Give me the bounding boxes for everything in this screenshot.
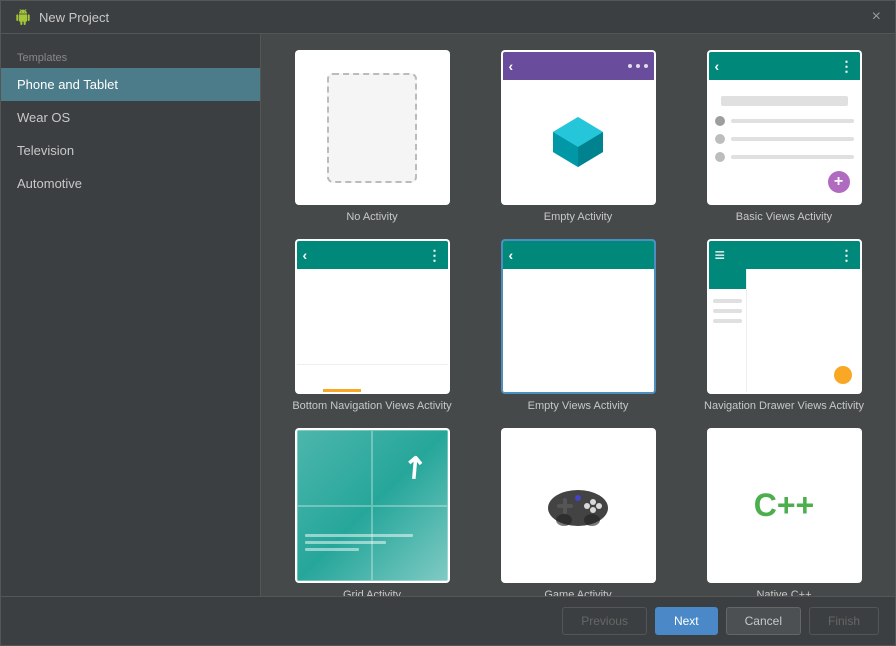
footer: Previous Next Cancel Finish <box>1 596 895 645</box>
main-content: Templates Phone and Tablet Wear OS Telev… <box>1 34 895 596</box>
sidebar-section-label: Templates <box>1 42 260 68</box>
back-icon-basic: ‹ <box>715 58 720 74</box>
back-icon-empty: ‹ <box>509 58 514 74</box>
grid-lines <box>297 430 448 581</box>
cpp-text: C++ <box>754 487 814 524</box>
list-items-mock <box>709 80 860 170</box>
previous-button[interactable]: Previous <box>562 607 647 635</box>
grid-cell-1 <box>297 430 373 506</box>
title-bar: New Project × <box>1 1 895 34</box>
game-controller-icon <box>543 478 613 533</box>
phone-body-empty <box>503 80 654 203</box>
template-label-grid: Grid Activity <box>343 589 401 596</box>
templates-grid: No Activity ‹ <box>277 50 879 596</box>
templates-content: No Activity ‹ <box>261 34 895 596</box>
phone-toolbar-basic: ‹ ⋮ <box>709 52 860 80</box>
template-empty-activity[interactable]: ‹ <box>483 50 673 223</box>
android-icon <box>15 9 31 25</box>
template-label-native-cpp: Native C++ <box>756 589 811 596</box>
template-label-empty-activity: Empty Activity <box>544 211 612 223</box>
more-icon-basic: ⋮ <box>840 58 854 75</box>
sidebar-item-automotive[interactable]: Automotive <box>1 167 260 200</box>
close-button[interactable]: × <box>872 9 881 25</box>
template-thumb-grid: ↗ <box>295 428 450 583</box>
bottom-nav-bar <box>297 364 448 392</box>
template-thumb-empty-views: ‹ <box>501 239 656 394</box>
toolbar-icons-empty <box>628 64 648 68</box>
phone-toolbar-nav-drawer: ≡ ⋮ <box>709 241 860 269</box>
sidebar-item-wear-os[interactable]: Wear OS <box>1 101 260 134</box>
template-label-basic-views: Basic Views Activity <box>736 211 832 223</box>
phone-toolbar-empty-views: ‹ <box>503 241 654 269</box>
template-grid[interactable]: ↗ Grid Activity <box>277 428 467 596</box>
nav-drawer-fab <box>834 366 852 384</box>
template-thumb-empty-activity: ‹ <box>501 50 656 205</box>
template-thumb-bottom-nav: ‹ ⋮ <box>295 239 450 394</box>
template-label-no-activity: No Activity <box>346 211 397 223</box>
grid-sub-lines <box>305 534 440 551</box>
cube-icon <box>548 112 608 172</box>
list-item-2 <box>715 134 854 144</box>
template-game[interactable]: Game Activity <box>483 428 673 596</box>
finish-button[interactable]: Finish <box>809 607 879 635</box>
template-empty-views[interactable]: ‹ Empty Views Activity <box>483 239 673 412</box>
template-label-bottom-nav: Bottom Navigation Views Activity <box>292 400 451 412</box>
list-item-3 <box>715 152 854 162</box>
sidebar-item-phone-tablet[interactable]: Phone and Tablet <box>1 68 260 101</box>
template-bottom-nav[interactable]: ‹ ⋮ Bottom Navigation Views Activity <box>277 239 467 412</box>
back-icon-empty-views: ‹ <box>509 247 514 263</box>
dialog-title: New Project <box>39 10 109 25</box>
basic-views-plus-button: + <box>828 171 850 193</box>
nav-drawer-side <box>709 269 747 392</box>
template-label-game: Game Activity <box>544 589 611 596</box>
bottom-nav-indicator <box>323 389 361 392</box>
template-nav-drawer[interactable]: ≡ ⋮ <box>689 239 879 412</box>
template-basic-views[interactable]: ‹ ⋮ <box>689 50 879 223</box>
template-label-nav-drawer: Navigation Drawer Views Activity <box>704 400 864 412</box>
phone-mock-empty-activity: ‹ <box>503 52 654 203</box>
grid-mock: ↗ <box>297 430 448 581</box>
next-button[interactable]: Next <box>655 607 718 635</box>
sidebar: Templates Phone and Tablet Wear OS Telev… <box>1 34 261 596</box>
template-thumb-nav-drawer: ≡ ⋮ <box>707 239 862 394</box>
template-thumb-native-cpp: C++ <box>707 428 862 583</box>
template-thumb-game <box>501 428 656 583</box>
sidebar-item-television[interactable]: Television <box>1 134 260 167</box>
template-no-activity[interactable]: No Activity <box>277 50 467 223</box>
new-project-dialog: New Project × Templates Phone and Tablet… <box>0 0 896 646</box>
phone-mock-empty-views: ‹ <box>503 241 654 392</box>
template-native-cpp[interactable]: C++ Native C++ <box>689 428 879 596</box>
no-activity-dashed <box>327 73 417 183</box>
template-thumb-no-activity <box>295 50 450 205</box>
back-icon-nav-drawer: ≡ <box>715 245 726 266</box>
cancel-button[interactable]: Cancel <box>726 607 801 635</box>
title-bar-left: New Project <box>15 9 109 25</box>
back-icon-bottom-nav: ‹ <box>303 247 308 263</box>
template-label-empty-views: Empty Views Activity <box>528 400 629 412</box>
empty-views-body <box>503 269 654 392</box>
more-icon-bottom-nav: ⋮ <box>428 247 442 264</box>
phone-toolbar-bottom-nav: ‹ ⋮ <box>297 241 448 269</box>
template-thumb-basic-views: ‹ ⋮ <box>707 50 862 205</box>
list-item-1 <box>715 116 854 126</box>
more-icon-nav-drawer: ⋮ <box>840 247 854 264</box>
phone-toolbar-empty-activity: ‹ <box>503 52 654 80</box>
